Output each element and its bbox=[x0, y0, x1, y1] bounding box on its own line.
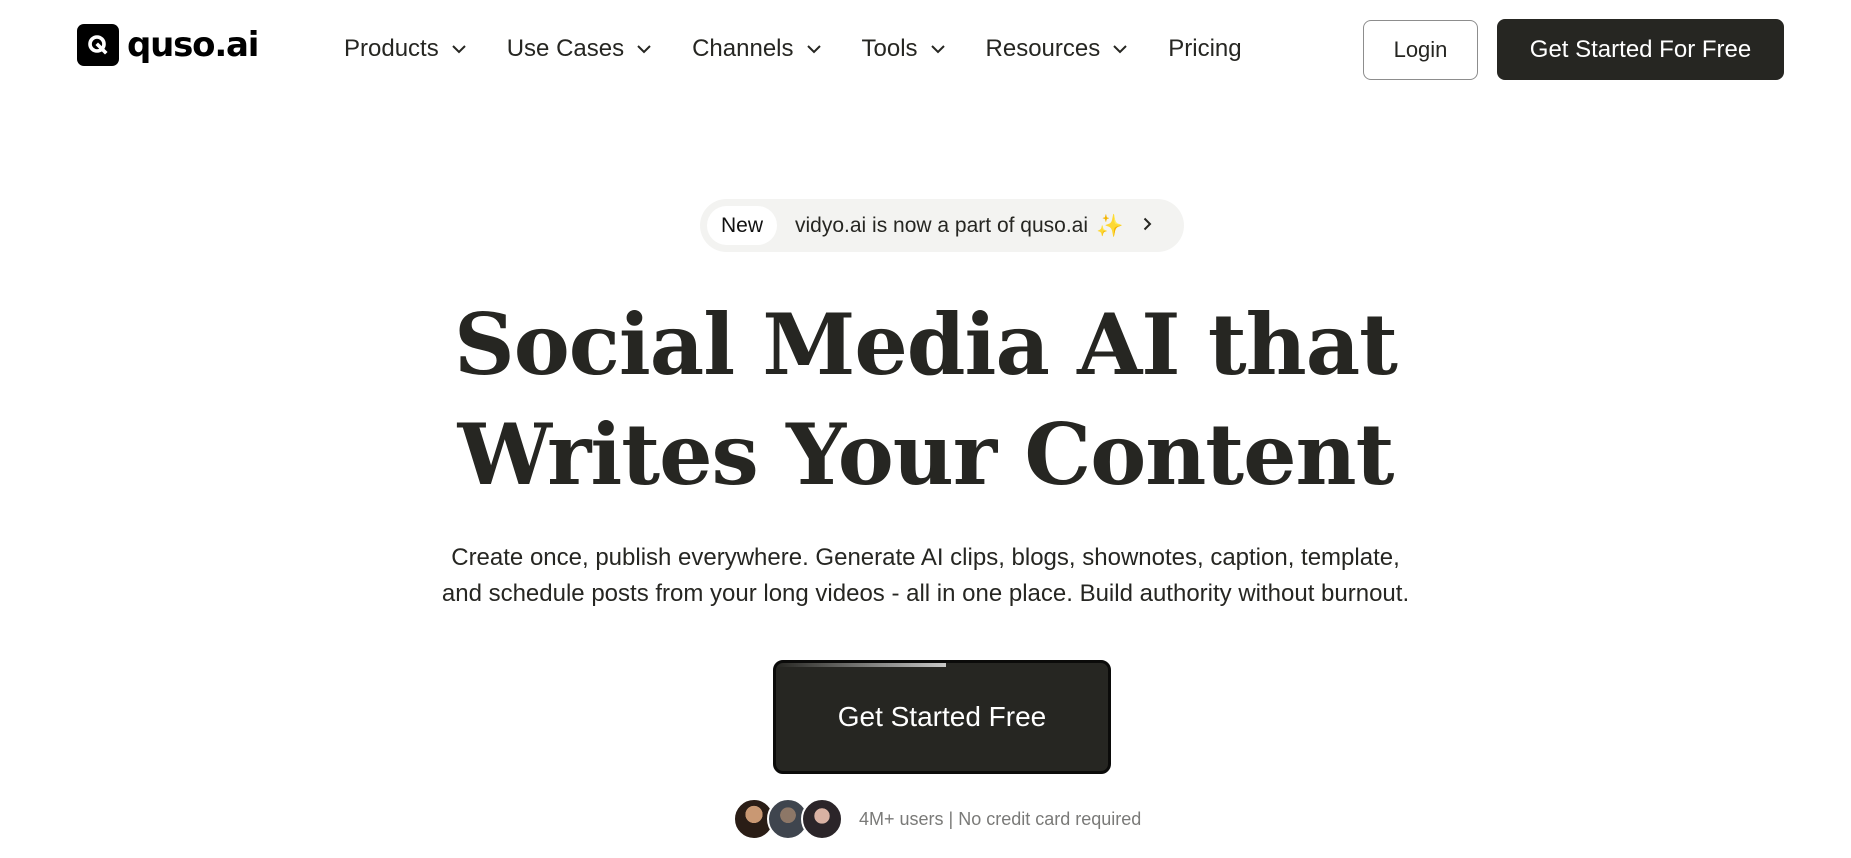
brand-logo[interactable]: quso.ai bbox=[77, 24, 259, 66]
chevron-down-icon bbox=[636, 41, 652, 57]
cta-label: Get Started Free bbox=[837, 701, 1047, 732]
social-proof: 4M+ users | No credit card required bbox=[733, 798, 1141, 840]
nav-item-resources[interactable]: Resources bbox=[986, 35, 1129, 63]
chevron-down-icon bbox=[1112, 41, 1128, 57]
main-nav: Products Use Cases Channels Tools Resour… bbox=[344, 33, 1242, 65]
nav-item-use-cases[interactable]: Use Cases bbox=[507, 35, 652, 63]
nav-item-label: Pricing bbox=[1168, 35, 1242, 62]
nav-item-label: Resources bbox=[985, 35, 1101, 62]
hero-subtitle-line-1: Create once, publish everywhere. Generat… bbox=[451, 544, 1400, 571]
logo-mark-icon bbox=[77, 24, 119, 66]
nav-item-tools[interactable]: Tools bbox=[862, 35, 946, 63]
site-header: quso.ai Products Use Cases Channels Tool… bbox=[0, 0, 1851, 100]
chevron-down-icon bbox=[930, 41, 946, 57]
announcement-label: vidyo.ai is now a part of quso.ai bbox=[795, 213, 1089, 237]
button-shine bbox=[776, 663, 946, 667]
announcement-text: vidyo.ai is now a part of quso.ai ✨ bbox=[795, 213, 1123, 239]
hero-title: Social Media AI that Writes Your Content bbox=[0, 290, 1851, 510]
social-proof-text: 4M+ users | No credit card required bbox=[859, 808, 1142, 829]
brand-name: quso.ai bbox=[127, 25, 259, 65]
user-avatars bbox=[733, 798, 843, 840]
get-started-free-button[interactable]: Get Started Free bbox=[773, 660, 1111, 774]
chevron-down-icon bbox=[451, 41, 467, 57]
announcement-pill[interactable]: New vidyo.ai is now a part of quso.ai ✨ bbox=[700, 199, 1184, 252]
get-started-for-free-button[interactable]: Get Started For Free bbox=[1497, 19, 1784, 80]
login-button[interactable]: Login bbox=[1363, 20, 1478, 80]
nav-item-label: Use Cases bbox=[506, 35, 625, 62]
nav-item-label: Tools bbox=[861, 35, 918, 62]
hero-subtitle-line-2: and schedule posts from your long videos… bbox=[441, 580, 1410, 607]
sparkle-icon: ✨ bbox=[1096, 212, 1124, 238]
new-badge: New bbox=[707, 206, 778, 245]
chevron-right-icon bbox=[1143, 214, 1152, 237]
avatar bbox=[801, 798, 843, 840]
hero-title-line-1: Social Media AI that bbox=[454, 295, 1398, 394]
nav-item-pricing[interactable]: Pricing bbox=[1168, 35, 1241, 63]
chevron-down-icon bbox=[806, 41, 822, 57]
hero-subtitle: Create once, publish everywhere. Generat… bbox=[0, 540, 1851, 612]
nav-item-channels[interactable]: Channels bbox=[692, 35, 821, 63]
nav-item-label: Channels bbox=[692, 35, 794, 62]
nav-item-label: Products bbox=[344, 35, 439, 62]
nav-item-products[interactable]: Products bbox=[344, 35, 467, 63]
hero-title-line-2: Writes Your Content bbox=[457, 405, 1395, 504]
